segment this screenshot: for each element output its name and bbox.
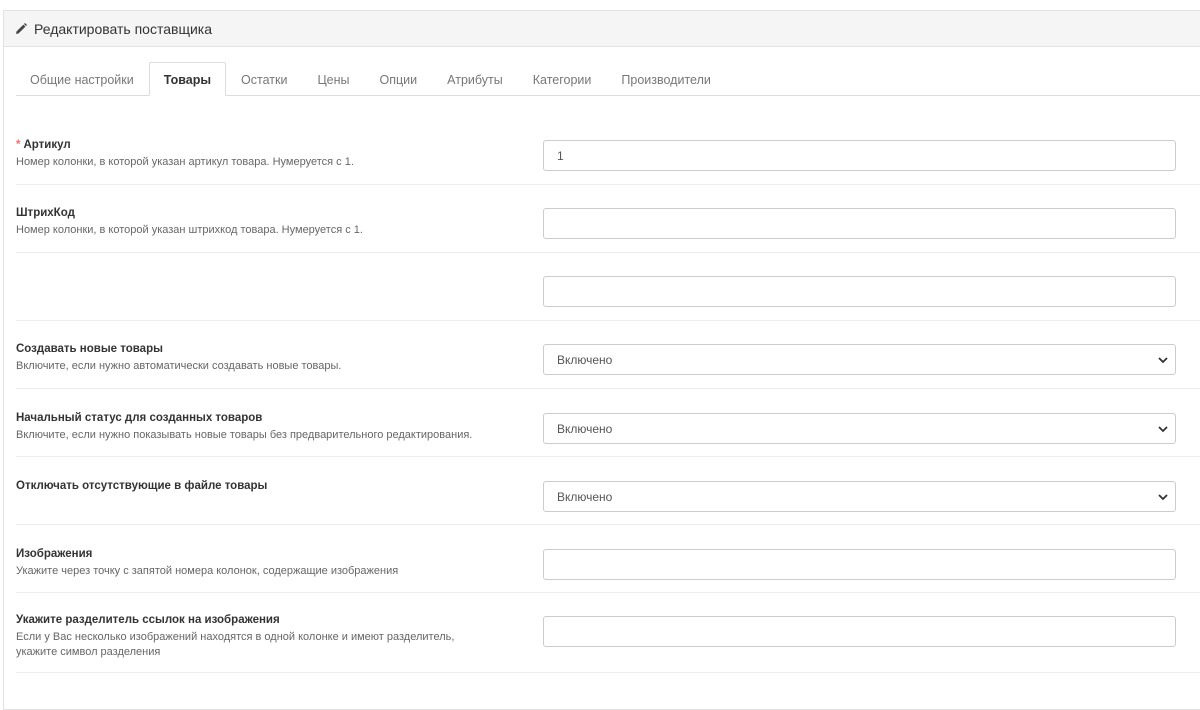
form-row-image-separator: Укажите разделитель ссылок на изображени…: [16, 593, 1200, 673]
barcode-label: ШтрихКод: [16, 207, 75, 219]
tab-categories[interactable]: Категории: [518, 62, 607, 96]
tab-general-settings[interactable]: Общие настройки: [16, 62, 149, 96]
create-new-help: Включите, если нужно автоматически созда…: [16, 360, 342, 372]
images-help: Укажите через точку с запятой номера кол…: [16, 565, 399, 577]
tab-options[interactable]: Опции: [365, 62, 433, 96]
required-mark: *: [16, 139, 21, 151]
supplier-edit-panel: Редактировать поставщика Общие настройки…: [3, 10, 1200, 710]
image-separator-input[interactable]: [543, 616, 1176, 647]
pencil-icon: [15, 22, 27, 35]
disable-missing-select[interactable]: Включено: [543, 481, 1176, 512]
form-row-images: Изображения Укажите через точку с запято…: [16, 525, 1200, 593]
form-row-sku: * Артикул Номер колонки, в которой указан…: [16, 128, 1200, 185]
initial-status-select-value: Включено: [557, 421, 613, 436]
sku-column-input[interactable]: 1: [543, 140, 1176, 171]
tab-products[interactable]: Товары: [148, 62, 227, 96]
image-separator-label: Укажите разделитель ссылок на изображени…: [16, 614, 280, 626]
initial-status-label: Начальный статус для созданных товаров: [16, 412, 263, 424]
disable-missing-select-value: Включено: [557, 489, 613, 504]
disable-missing-label: Отключать отсутствующие в файле товары: [16, 480, 268, 492]
chevron-down-icon: [1157, 354, 1169, 366]
form-row-unlabeled: [16, 253, 1200, 321]
create-new-label: Создавать новые товары: [16, 343, 163, 355]
tab-attributes[interactable]: Атрибуты: [432, 62, 518, 96]
images-label: Изображения: [16, 548, 93, 560]
create-new-select[interactable]: Включено: [543, 344, 1176, 375]
images-columns-input[interactable]: [543, 549, 1176, 580]
tab-manufacturers[interactable]: Производители: [606, 62, 725, 96]
page-title: Редактировать поставщика: [34, 20, 213, 37]
tab-bar: Общие настройки Товары Остатки Цены Опци…: [16, 61, 1200, 96]
chevron-down-icon: [1157, 491, 1169, 503]
image-separator-help: Если у Вас несколько изображений находят…: [16, 631, 455, 658]
form-row-barcode: ШтрихКод Номер колонки, в которой указан…: [16, 185, 1200, 253]
unlabeled-input[interactable]: [543, 276, 1176, 307]
sku-label: * Артикул: [16, 139, 71, 151]
barcode-column-input[interactable]: [543, 208, 1176, 239]
form-row-disable-missing: Отключать отсутствующие в файле товары В…: [16, 457, 1200, 525]
form-row-create-new: Создавать новые товары Включите, если ну…: [16, 321, 1200, 389]
barcode-help: Номер колонки, в которой указан штрихкод…: [16, 224, 363, 236]
products-settings-form: * Артикул Номер колонки, в которой указан…: [16, 128, 1200, 673]
initial-status-help: Включите, если нужно показывать новые то…: [16, 429, 473, 441]
form-row-initial-status: Начальный статус для созданных товаров В…: [16, 389, 1200, 457]
sku-help: Номер колонки, в которой указан артикул …: [16, 156, 354, 168]
create-new-select-value: Включено: [557, 352, 613, 367]
chevron-down-icon: [1157, 423, 1169, 435]
panel-heading: Редактировать поставщика: [4, 11, 1200, 47]
tab-prices[interactable]: Цены: [302, 62, 364, 96]
initial-status-select[interactable]: Включено: [543, 413, 1176, 444]
tab-stock[interactable]: Остатки: [226, 62, 302, 96]
